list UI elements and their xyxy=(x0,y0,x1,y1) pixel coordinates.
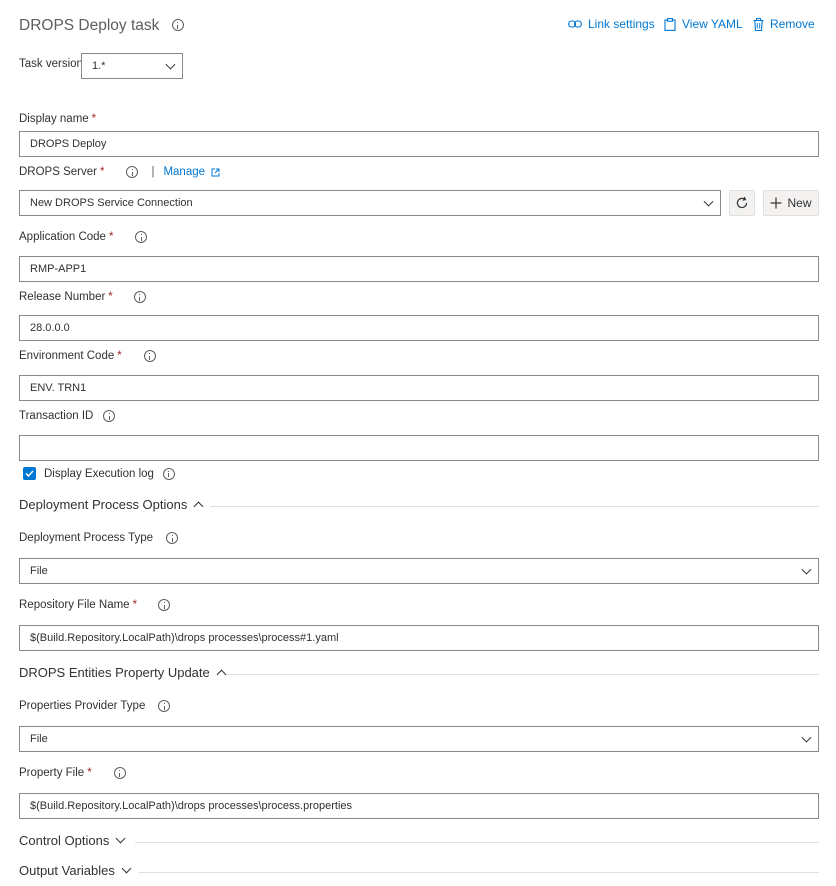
checkmark-icon xyxy=(25,470,34,477)
info-icon[interactable] xyxy=(158,599,171,611)
properties-provider-type-label: Properties Provider Type xyxy=(19,700,171,712)
chevron-down-icon xyxy=(801,564,812,575)
chevron-up-icon xyxy=(216,669,227,680)
application-code-input[interactable]: RMP-APP1 xyxy=(19,256,819,282)
environment-code-input[interactable]: ENV. TRN1 xyxy=(19,375,819,401)
display-name-input[interactable]: DROPS Deploy xyxy=(19,131,819,157)
link-settings-label: Link settings xyxy=(588,17,655,31)
drops-server-label: DROPS Server * | Manage xyxy=(19,166,220,178)
display-execution-log-checkbox[interactable] xyxy=(23,467,36,480)
remove-button[interactable]: Remove xyxy=(753,17,815,31)
chevron-down-icon xyxy=(115,833,126,844)
manage-link[interactable]: Manage xyxy=(163,166,220,178)
info-icon[interactable] xyxy=(162,467,175,480)
info-icon[interactable] xyxy=(158,700,171,712)
control-options-header[interactable]: Control Options xyxy=(19,833,126,848)
chevron-down-icon xyxy=(801,732,812,743)
info-icon[interactable] xyxy=(113,767,126,779)
new-connection-button[interactable]: New xyxy=(763,190,819,216)
application-code-label: Application Code * xyxy=(19,231,148,243)
property-file-label: Property File * xyxy=(19,767,126,779)
transaction-id-label: Transaction ID xyxy=(19,410,116,422)
repository-file-name-input[interactable]: $(Build.Repository.LocalPath)\drops proc… xyxy=(19,625,819,651)
chevron-up-icon xyxy=(193,501,204,512)
display-name-label: Display name * xyxy=(19,113,97,125)
section-divider xyxy=(135,842,819,843)
section-divider xyxy=(227,674,819,675)
deployment-process-type-label: Deployment Process Type xyxy=(19,532,179,544)
chevron-down-icon xyxy=(703,196,714,207)
chevron-down-icon xyxy=(165,59,176,70)
info-icon[interactable] xyxy=(143,350,156,362)
plus-icon xyxy=(770,197,782,209)
info-icon[interactable] xyxy=(133,291,146,303)
external-link-icon xyxy=(211,168,220,176)
section-divider xyxy=(139,872,819,873)
separator: | xyxy=(151,166,155,178)
drops-server-select[interactable]: New DROPS Service Connection xyxy=(19,190,721,216)
info-icon[interactable] xyxy=(126,166,139,178)
clipboard-icon xyxy=(664,17,676,31)
info-icon[interactable] xyxy=(166,532,179,544)
task-version-label: Task version xyxy=(19,58,83,70)
info-icon[interactable] xyxy=(171,19,184,31)
refresh-icon xyxy=(736,196,748,209)
info-icon[interactable] xyxy=(135,231,148,243)
repository-file-name-label: Repository File Name * xyxy=(19,599,171,611)
link-icon xyxy=(568,20,582,28)
output-variables-header[interactable]: Output Variables xyxy=(19,863,132,878)
remove-label: Remove xyxy=(770,17,815,31)
view-yaml-label: View YAML xyxy=(682,17,743,31)
view-yaml-button[interactable]: View YAML xyxy=(664,17,743,31)
properties-provider-type-select[interactable]: File xyxy=(19,726,819,752)
environment-code-label: Environment Code * xyxy=(19,350,156,362)
deployment-process-type-select[interactable]: File xyxy=(19,558,819,584)
entities-property-update-header[interactable]: DROPS Entities Property Update xyxy=(19,665,227,680)
page-title: DROPS Deploy task xyxy=(19,17,184,35)
task-version-select[interactable]: 1.* xyxy=(81,53,183,79)
display-execution-log-row: Display Execution log xyxy=(23,467,175,480)
chevron-down-icon xyxy=(121,863,132,874)
release-number-input[interactable]: 28.0.0.0 xyxy=(19,315,819,341)
transaction-id-input[interactable] xyxy=(19,435,819,461)
release-number-label: Release Number * xyxy=(19,291,146,303)
refresh-button[interactable] xyxy=(729,190,755,216)
task-title: DROPS Deploy task xyxy=(19,17,160,34)
link-settings-button[interactable]: Link settings xyxy=(568,17,655,31)
section-divider xyxy=(210,506,819,507)
info-icon[interactable] xyxy=(103,410,116,422)
property-file-input[interactable]: $(Build.Repository.LocalPath)\drops proc… xyxy=(19,793,819,819)
deployment-process-options-header[interactable]: Deployment Process Options xyxy=(19,497,204,512)
trash-icon xyxy=(753,17,764,31)
